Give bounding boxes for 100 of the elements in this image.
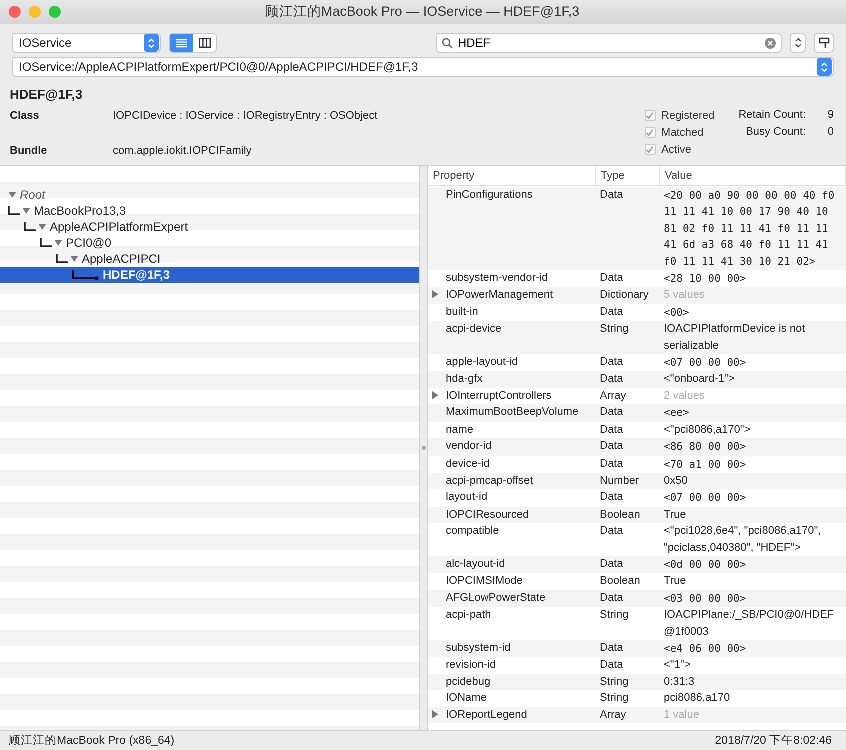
- property-value: <86 80 00 00>: [663, 440, 748, 456]
- property-type: Data: [599, 456, 624, 472]
- property-type: Data: [599, 439, 624, 454]
- close-button[interactable]: [9, 6, 21, 18]
- split-handle[interactable]: [422, 446, 426, 450]
- property-type: Data: [599, 372, 624, 388]
- property-name: vendor-id: [446, 439, 492, 454]
- property-value: <e4 06 00 00>: [663, 642, 748, 657]
- checkmark-icon: [646, 146, 654, 154]
- connector-icon: [72, 270, 100, 280]
- property-name: MaximumBootBeepVolume: [446, 405, 579, 420]
- search-input[interactable]: HDEF: [458, 36, 760, 50]
- property-name: revision-id: [446, 658, 496, 674]
- property-type: Data: [599, 490, 624, 506]
- property-type: Boolean: [599, 508, 642, 523]
- property-value: IOACPIPlane:/_SB/PCI0@0/HDEF@1f0003: [663, 608, 836, 640]
- clear-icon[interactable]: [765, 38, 776, 48]
- tree-row[interactable]: MacBookPro13,3: [0, 203, 419, 219]
- property-name: IOReportLegend: [446, 708, 528, 723]
- column-header[interactable]: Type: [596, 166, 660, 186]
- property-type: String: [599, 608, 630, 624]
- property-type: Data: [599, 304, 624, 320]
- property-type: String: [599, 322, 630, 338]
- property-value: 0:31:3: [663, 674, 696, 690]
- property-name: compatible: [446, 524, 500, 540]
- property-type: Data: [599, 640, 624, 656]
- stepper-button[interactable]: [790, 33, 806, 53]
- timestamp: 2018/7/20 下午8:02:46: [715, 734, 832, 748]
- property-type: Boolean: [599, 574, 642, 590]
- property-value: True: [663, 508, 688, 523]
- property-value: <28 10 00 00>: [663, 272, 748, 288]
- property-name: layout-id: [446, 490, 488, 506]
- connector-icon: [40, 238, 54, 248]
- property-type: Array: [599, 708, 628, 723]
- property-value: <"pci8086,a170">: [663, 422, 752, 438]
- property-value: 5 values: [663, 288, 706, 304]
- property-name: alc-layout-id: [446, 556, 506, 572]
- tree-row[interactable]: Root: [0, 187, 419, 203]
- property-type: Data: [599, 422, 624, 438]
- property-value: <"pci1028,6e4", "pci8086,a170", "pciclass,040380", "HDEF">: [663, 524, 822, 556]
- disclosure-right-icon[interactable]: [432, 710, 439, 719]
- checkbox[interactable]: [644, 127, 656, 138]
- window-title: 顾江江的MacBook Pro — IOService — HDEF@1F,3: [264, 3, 581, 21]
- tree-row[interactable]: PCI0@0: [0, 235, 419, 251]
- property-value: <ee>: [663, 406, 690, 422]
- property-name: IOName: [446, 691, 487, 706]
- property-name: apple-layout-id: [446, 355, 518, 370]
- property-type: Data: [599, 658, 624, 674]
- property-value: True: [663, 574, 688, 590]
- property-value: <0d 00 00 00>: [663, 558, 748, 573]
- field-label: Class: [10, 110, 40, 124]
- property-value: 2 values: [663, 388, 706, 404]
- count-label: Busy Count:: [745, 126, 806, 139]
- plane-popup[interactable]: IOService: [12, 33, 161, 53]
- property-value: <00>: [663, 306, 690, 321]
- machine-label: 顾江江的MacBook Pro (x86_64): [9, 734, 175, 748]
- property-type: Number: [599, 474, 640, 489]
- property-type: Data: [599, 405, 624, 420]
- property-name: subsystem-vendor-id: [446, 271, 548, 286]
- property-name: IOInterruptControllers: [446, 388, 552, 404]
- column-header[interactable]: Property: [428, 166, 596, 186]
- property-type: Data: [599, 556, 624, 572]
- field-value: IOPCIDevice : IOService : IORegistryEntry : OSObject: [113, 110, 378, 124]
- columns-icon: [198, 38, 210, 48]
- property-value: <20 00 a0 90 00 00 00 40 f0 11 11 41 10 00 17 90 40 10 81 02 f0 11 11 41 f0 11 11 41 6d a3 68 40 f0 11 11 41 f0 11 11 41 30 10 21 02>: [663, 189, 836, 270]
- connector-icon: [24, 222, 38, 232]
- checkmark-icon: [646, 112, 654, 120]
- property-value: <"1">: [663, 658, 692, 674]
- property-name: acpi-device: [446, 322, 502, 338]
- column-header[interactable]: Value: [660, 166, 846, 186]
- property-value: <07 00 00 00>: [663, 491, 748, 506]
- inspector-button[interactable]: [814, 33, 834, 53]
- list-icon: [176, 38, 187, 48]
- connector-icon: [56, 254, 70, 264]
- checkbox-label: Active: [662, 144, 692, 156]
- property-type: String: [599, 691, 630, 706]
- path-popup[interactable]: IOService:/AppleACPIPlatformExpert/PCI0@0/AppleACPIPCI/HDEF@1F,3: [12, 57, 834, 77]
- disclosure-right-icon[interactable]: [432, 290, 439, 300]
- tree-row[interactable]: HDEF@1F,3: [0, 267, 419, 283]
- column-view-button[interactable]: [193, 34, 216, 52]
- tree-row[interactable]: AppleACPIPCI: [0, 251, 419, 267]
- count-value: 0: [826, 126, 834, 139]
- disclosure-right-icon[interactable]: [432, 390, 439, 400]
- property-type: String: [599, 674, 630, 690]
- property-type: Array: [599, 388, 628, 404]
- connector-icon: [8, 206, 22, 216]
- count-value: 9: [826, 109, 834, 122]
- search-field[interactable]: HDEF: [436, 33, 782, 53]
- checkmark-icon: [646, 128, 654, 136]
- checkbox[interactable]: [644, 110, 656, 121]
- checkbox[interactable]: [644, 144, 656, 155]
- count-label: Retain Count:: [738, 109, 806, 122]
- tree-label: AppleACPIPlatformExpert: [50, 220, 188, 234]
- tree-label: Root: [20, 188, 46, 202]
- property-name: acpi-path: [446, 608, 492, 624]
- property-value: <"onboard-1">: [663, 372, 736, 388]
- property-name: name: [446, 422, 474, 438]
- property-value: <07 00 00 00>: [663, 356, 748, 372]
- tree-row[interactable]: AppleACPIPlatformExpert: [0, 219, 419, 235]
- property-name: device-id: [446, 456, 490, 472]
